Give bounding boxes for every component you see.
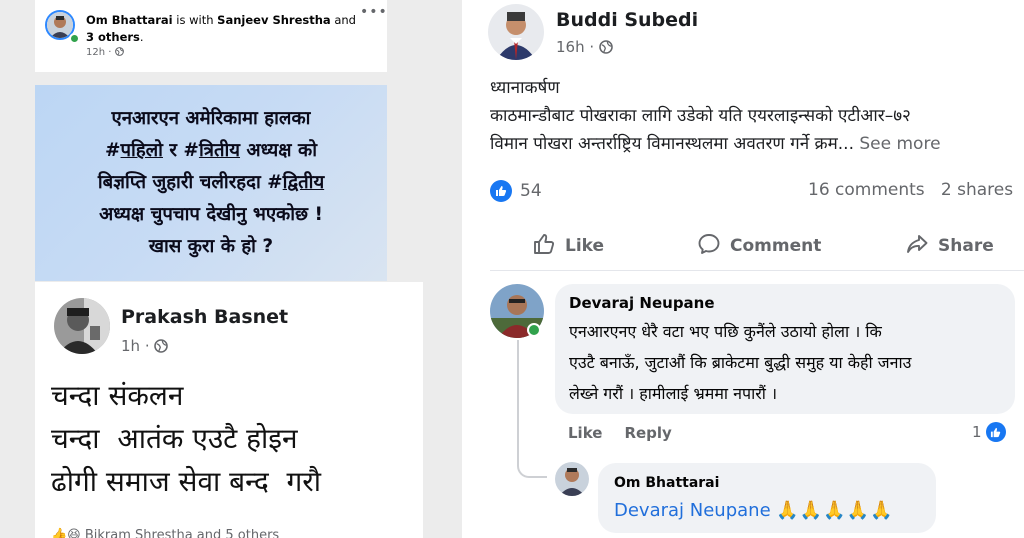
hashtag-link[interactable]: द्वितीय — [283, 172, 325, 193]
banner-line: #पहिलो र #त्रितीय अध्यक्ष को — [35, 135, 387, 167]
post-actions: Like Comment Share — [475, 226, 1024, 266]
post-timestamp[interactable]: 1h · — [121, 337, 169, 355]
post-line: काठमान्डौबाट पोखराका लागि उडेको यति एयरल… — [490, 106, 911, 126]
post-buddi-subedi: Buddi Subedi 16h · ध्यानाकर्षण काठमान्डौ… — [475, 0, 1024, 538]
comment-author-link[interactable]: Devaraj Neupane — [569, 294, 715, 312]
comment-text: एनआरएनए धेरै वटा भए पछि कुनैंले उठायो हो… — [569, 316, 1009, 409]
like-button[interactable]: Like — [532, 226, 604, 266]
more-dots-icon[interactable]: ••• — [360, 4, 388, 20]
online-status-dot — [527, 323, 541, 337]
post-line: ध्यानाकर्षण — [490, 78, 560, 98]
see-more-link[interactable]: See more — [859, 134, 940, 154]
post-header-om-bhattarai: Om Bhattarai is with Sanjeev Shrestha an… — [35, 0, 387, 72]
comment-actions: Like Reply — [568, 424, 672, 442]
comment-like-count: 1 — [972, 423, 982, 441]
mention-link[interactable]: Devaraj Neupane — [614, 500, 771, 521]
comment-bubble-icon — [697, 232, 721, 261]
post-prakash-basnet: Prakash Basnet 1h · चन्दा संकलन चन्दा आत… — [35, 282, 423, 538]
comment-like-button[interactable]: Like — [568, 424, 602, 442]
share-arrow-icon — [905, 232, 929, 261]
engagement-counts: 16 comments 2 shares — [808, 180, 1013, 200]
banner-line: खास कुरा के हो ? — [148, 236, 274, 257]
hash: # — [105, 140, 121, 161]
author-name-link[interactable]: Buddi Subedi — [556, 9, 698, 31]
globe-icon — [114, 47, 124, 58]
comment-line: लेख्ने गरौं । हामीलाई भ्रममा नपारौं । — [569, 384, 778, 403]
praying-hands-emojis: 🙏🙏🙏🙏🙏 — [776, 500, 894, 521]
like-label: Like — [565, 236, 605, 256]
post-line-text: विमान पोखरा अन्तर्राष्ट्रिय विमानस्थलमा … — [490, 134, 854, 154]
banner-fragment: र # — [162, 140, 199, 161]
post-line: चन्दा आतंक एउटै होइन — [51, 422, 298, 455]
and-text: and — [334, 13, 356, 27]
online-status-dot — [69, 33, 80, 44]
banner-line: अध्यक्ष चुपचाप देखीनु भएकोछ ! — [99, 204, 323, 225]
post-line: विमान पोखरा अन्तर्राष्ट्रिय विमानस्थलमा … — [490, 130, 1024, 158]
reaction-icons: 👍😆 — [51, 528, 85, 538]
comment-reaction-count[interactable]: 1 — [972, 422, 1006, 442]
comment-reply-button[interactable]: Reply — [624, 424, 671, 442]
globe-icon — [599, 38, 613, 56]
comment-line: एउटै बनाऊँ, जुटाऔं कि ब्राकेटमा बुद्धी स… — [569, 353, 912, 372]
post-line: चन्दा संकलन — [51, 379, 184, 412]
reply-thread-line — [517, 340, 547, 478]
avatar[interactable] — [54, 298, 110, 354]
comments-count-link[interactable]: 16 comments — [808, 180, 925, 200]
banner-text: एनआरएन अमेरिकामा हालका #पहिलो र #त्रितीय… — [35, 103, 387, 263]
divider — [490, 270, 1024, 271]
avatar[interactable] — [488, 4, 544, 60]
author-name-link[interactable]: Om Bhattarai — [86, 13, 173, 27]
banner-fragment: बिज्ञप्ति जुहारी चलीरहदा # — [97, 172, 283, 193]
tagged-person-link[interactable]: Sanjeev Shrestha — [217, 13, 331, 27]
time-text: 1h — [121, 337, 141, 355]
reply-bubble: Om Bhattarai Devaraj Neupane 🙏🙏🙏🙏🙏 — [598, 463, 936, 533]
shares-count-link[interactable]: 2 shares — [941, 180, 1013, 200]
comment-button[interactable]: Comment — [697, 226, 821, 266]
hashtag-link[interactable]: पहिलो — [121, 140, 163, 161]
reply-author-link[interactable]: Om Bhattarai — [614, 475, 719, 491]
thumbs-up-icon — [532, 232, 556, 261]
post-timestamp[interactable]: 16h · — [556, 38, 613, 56]
reaction-names: Bikram Shrestha and 5 others — [84, 528, 280, 538]
thumbs-up-icon — [985, 422, 1006, 442]
banner-fragment: अध्यक्ष को — [240, 140, 317, 161]
share-label: Share — [938, 236, 994, 256]
with-text: is with — [176, 13, 214, 27]
author-name-link[interactable]: Prakash Basnet — [121, 306, 288, 328]
reaction-count-text: 54 — [520, 181, 542, 201]
hashtag-link[interactable]: त्रितीय — [199, 140, 240, 161]
share-button[interactable]: Share — [905, 226, 994, 266]
comment-bubble: Devaraj Neupane एनआरएनए धेरै वटा भए पछि … — [555, 284, 1015, 414]
banner-line: एनआरएन अमेरिकामा हालका — [111, 108, 311, 129]
post-body: चन्दा संकलन चन्दा आतंक एउटै होइन ढोगी सम… — [51, 374, 321, 503]
post-text-banner: एनआरएन अमेरिकामा हालका #पहिलो र #त्रितीय… — [35, 85, 387, 281]
reaction-summary[interactable]: 👍😆 Bikram Shrestha and 5 others — [51, 528, 279, 538]
comment-line: एनआरएनए धेरै वटा भए पछि कुनैंले उठायो हो… — [569, 322, 882, 341]
time-text: 16h — [556, 38, 585, 56]
avatar[interactable] — [555, 462, 589, 496]
post-body: ध्यानाकर्षण काठमान्डौबाट पोखराका लागि उड… — [490, 74, 1024, 158]
comment-label: Comment — [730, 236, 822, 256]
banner-line: बिज्ञप्ति जुहारी चलीरहदा #द्वितीय — [35, 167, 387, 199]
reaction-count[interactable]: 54 — [490, 180, 542, 202]
reply-text: Devaraj Neupane 🙏🙏🙏🙏🙏 — [614, 500, 893, 521]
others-link[interactable]: 3 others — [86, 30, 140, 44]
globe-icon — [154, 337, 169, 355]
post-timestamp[interactable]: 12h · — [86, 47, 124, 58]
time-text: 12h — [86, 47, 106, 58]
thumbs-up-icon — [490, 180, 512, 202]
post-line: ढोगी समाज सेवा बन्द गरौ — [51, 465, 321, 498]
post-author-line: Om Bhattarai is with Sanjeev Shrestha an… — [86, 13, 356, 44]
